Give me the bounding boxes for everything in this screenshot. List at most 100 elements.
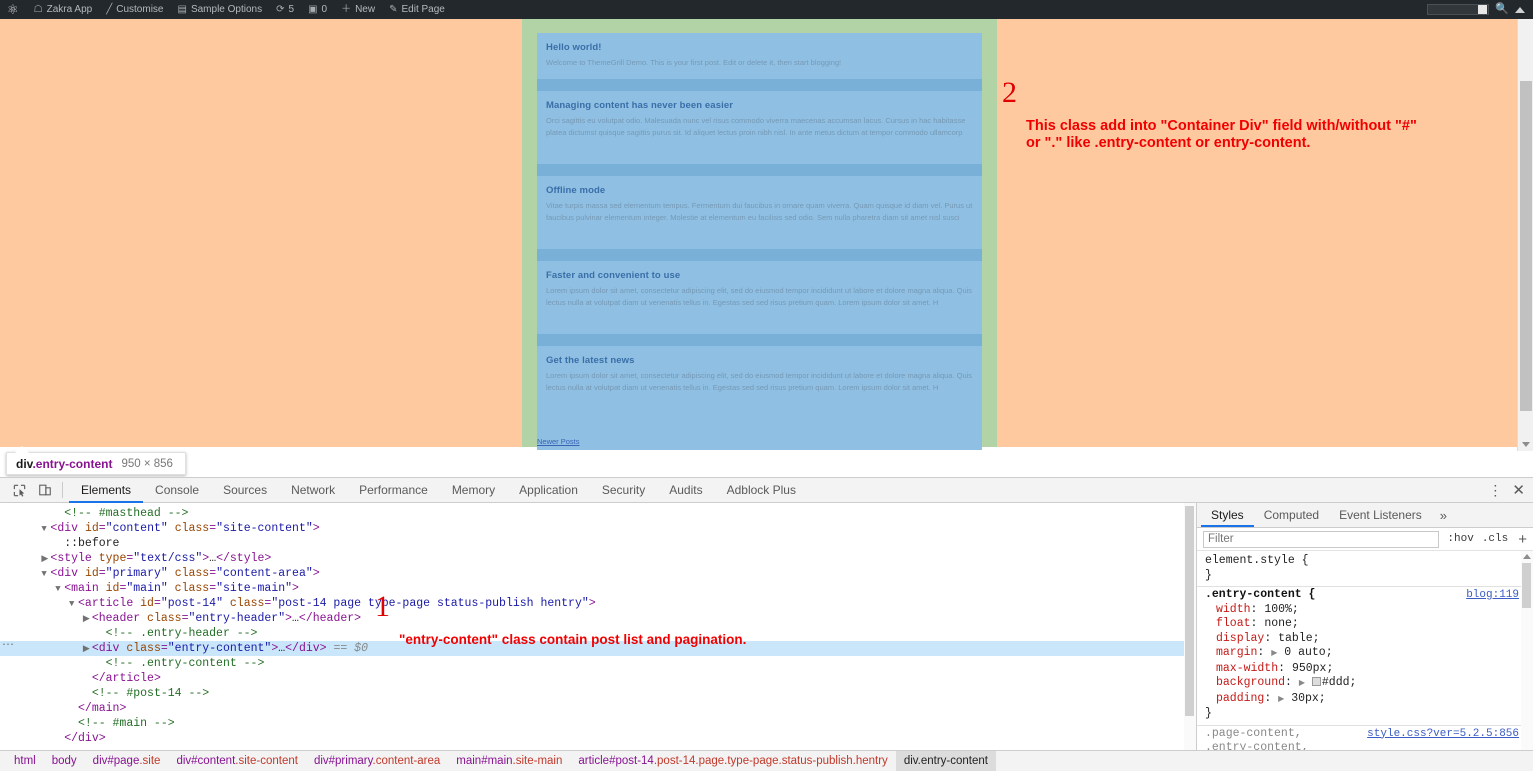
- cls-toggle[interactable]: .cls: [1482, 533, 1508, 545]
- style-declaration[interactable]: max-width: 950px;: [1205, 662, 1523, 677]
- tab-network[interactable]: Network: [279, 478, 347, 503]
- tab-adblock-plus[interactable]: Adblock Plus: [715, 478, 808, 503]
- disclosure-triangle-icon[interactable]: ▼: [55, 582, 64, 597]
- style-value[interactable]: none;: [1264, 617, 1299, 630]
- adminbar-item-new[interactable]: ＋ New: [334, 0, 382, 19]
- close-icon[interactable]: ✕: [1512, 481, 1525, 499]
- style-value[interactable]: #ddd;: [1322, 676, 1357, 689]
- tab-audits[interactable]: Audits: [657, 478, 714, 503]
- device-toolbar-icon[interactable]: [32, 479, 58, 501]
- style-rule[interactable]: element.style { }: [1197, 553, 1533, 586]
- style-declaration[interactable]: padding: ▶ 30px;: [1205, 692, 1523, 708]
- newer-posts-link[interactable]: Newer Posts: [537, 437, 580, 446]
- style-declaration[interactable]: margin: ▶ 0 auto;: [1205, 646, 1523, 662]
- style-value[interactable]: 950px;: [1292, 662, 1333, 675]
- post-entry[interactable]: Faster and convenient to use Lorem ipsum…: [537, 261, 982, 334]
- inspect-cursor-icon[interactable]: [6, 479, 32, 501]
- caret-up-icon[interactable]: [1515, 6, 1525, 13]
- expand-arrow-icon[interactable]: ▶: [1278, 695, 1284, 704]
- breadcrumb-item[interactable]: main#main.site-main: [448, 751, 570, 771]
- breadcrumb-item[interactable]: html: [6, 751, 44, 771]
- post-title[interactable]: Hello world!: [537, 42, 982, 53]
- styles-scrollbar-thumb[interactable]: [1522, 563, 1531, 608]
- tab-performance[interactable]: Performance: [347, 478, 440, 503]
- style-value[interactable]: 100%;: [1264, 603, 1299, 616]
- chevron-down-icon[interactable]: [1522, 442, 1530, 447]
- tab-application[interactable]: Application: [507, 478, 590, 503]
- style-declaration[interactable]: display: table;: [1205, 632, 1523, 647]
- tab-styles[interactable]: Styles: [1201, 503, 1254, 527]
- page-scrollbar-thumb[interactable]: [1520, 81, 1532, 411]
- dom-node[interactable]: ▶ <header class="entry-header">…</header>: [0, 611, 1196, 626]
- tab-computed[interactable]: Computed: [1254, 503, 1329, 527]
- style-rule[interactable]: blog:119 .entry-content { width: 100%; f…: [1197, 586, 1533, 725]
- style-rule-source-link[interactable]: blog:119: [1466, 588, 1519, 603]
- post-entry[interactable]: Managing content has never been easier O…: [537, 91, 982, 164]
- dom-node[interactable]: </main>: [0, 701, 1196, 716]
- wordpress-logo-icon[interactable]: ⚛: [0, 0, 27, 19]
- dom-node[interactable]: <!-- #main -->: [0, 716, 1196, 731]
- style-declaration[interactable]: width: 100%;: [1205, 603, 1523, 618]
- post-title[interactable]: Managing content has never been easier: [537, 100, 982, 111]
- dom-node[interactable]: ▼ <main id="main" class="site-main">: [0, 581, 1196, 596]
- search-input[interactable]: [1427, 4, 1490, 15]
- post-entry[interactable]: Offline mode Vitae turpis massa sed elem…: [537, 176, 982, 249]
- tab-event-listeners[interactable]: Event Listeners: [1329, 503, 1432, 527]
- tab-console[interactable]: Console: [143, 478, 211, 503]
- expand-arrow-icon[interactable]: ▶: [1299, 679, 1305, 688]
- style-declaration[interactable]: background: ▶ #ddd;: [1205, 676, 1523, 692]
- style-value[interactable]: 0 auto;: [1284, 646, 1332, 659]
- post-entry[interactable]: Hello world! Welcome to ThemeGrill Demo.…: [537, 33, 982, 79]
- hov-toggle[interactable]: :hov: [1447, 533, 1473, 545]
- styles-filter-input[interactable]: [1203, 530, 1440, 548]
- page-scrollbar[interactable]: [1517, 19, 1533, 451]
- dom-node[interactable]: ▼ <div id="primary" class="content-area">: [0, 566, 1196, 581]
- styles-scrollbar[interactable]: [1521, 551, 1533, 771]
- dom-node[interactable]: </article>: [0, 671, 1196, 686]
- dom-node[interactable]: <!-- #post-14 -->: [0, 686, 1196, 701]
- post-title[interactable]: Get the latest news: [537, 355, 982, 366]
- style-declaration[interactable]: float: none;: [1205, 617, 1523, 632]
- breadcrumb-item[interactable]: body: [44, 751, 85, 771]
- post-title[interactable]: Faster and convenient to use: [537, 270, 982, 281]
- magnifier-icon[interactable]: 🔍: [1495, 0, 1509, 19]
- style-rule-selector[interactable]: element.style {: [1205, 554, 1523, 569]
- adminbar-item-customise[interactable]: ╱ Customise: [99, 0, 170, 19]
- dom-node[interactable]: ▶ <style type="text/css">…</style>: [0, 551, 1196, 566]
- breadcrumb-item[interactable]: div#content.site-content: [168, 751, 305, 771]
- style-value[interactable]: 30px;: [1291, 692, 1326, 705]
- dom-node[interactable]: ::before: [0, 536, 1196, 551]
- tab-security[interactable]: Security: [590, 478, 657, 503]
- adminbar-item-site[interactable]: ☖ Zakra App: [27, 0, 100, 19]
- breadcrumb-item[interactable]: div#primary.content-area: [306, 751, 448, 771]
- tab-elements[interactable]: Elements: [69, 478, 143, 503]
- disclosure-triangle-icon[interactable]: ▶: [83, 642, 92, 657]
- expand-arrow-icon[interactable]: ▶: [1271, 649, 1277, 658]
- new-style-rule-button[interactable]: +: [1516, 531, 1529, 548]
- dom-node[interactable]: <!-- #masthead -->: [0, 506, 1196, 521]
- chevron-up-icon[interactable]: [1523, 554, 1531, 559]
- disclosure-triangle-icon[interactable]: ▶: [83, 612, 92, 627]
- dom-node[interactable]: ▼ <div id="content" class="site-content">: [0, 521, 1196, 536]
- post-title[interactable]: Offline mode: [537, 185, 982, 196]
- adminbar-item-comments[interactable]: ▣ 0: [301, 0, 334, 19]
- dom-node[interactable]: ▼ <article id="post-14" class="post-14 pa…: [0, 596, 1196, 611]
- adminbar-item-edit-page[interactable]: ✎ Edit Page: [382, 0, 452, 19]
- more-options-icon[interactable]: ⋮: [1488, 482, 1502, 499]
- adminbar-item-sample-options[interactable]: ▤ Sample Options: [171, 0, 270, 19]
- post-entry[interactable]: Get the latest news Lorem ipsum dolor si…: [537, 346, 982, 419]
- dom-node[interactable]: <!-- .entry-content -->: [0, 656, 1196, 671]
- breadcrumb-item[interactable]: div#page.site: [85, 751, 169, 771]
- chevron-double-right-icon[interactable]: »: [1432, 503, 1455, 527]
- tab-sources[interactable]: Sources: [211, 478, 279, 503]
- dom-tree-scrollbar[interactable]: [1184, 503, 1196, 771]
- tab-memory[interactable]: Memory: [440, 478, 507, 503]
- breadcrumb-item[interactable]: article#post-14.post-14.page.type-page.s…: [570, 751, 895, 771]
- dom-scrollbar-thumb[interactable]: [1185, 506, 1194, 716]
- adminbar-item-updates[interactable]: ⟳ 5: [269, 0, 301, 19]
- style-value[interactable]: table;: [1278, 632, 1319, 645]
- dom-node[interactable]: </div>: [0, 731, 1196, 746]
- disclosure-triangle-icon[interactable]: ▼: [69, 597, 78, 612]
- breadcrumb-item[interactable]: div.entry-content: [895, 750, 996, 771]
- style-rule-source-link[interactable]: style.css?ver=5.2.5:856: [1367, 727, 1519, 742]
